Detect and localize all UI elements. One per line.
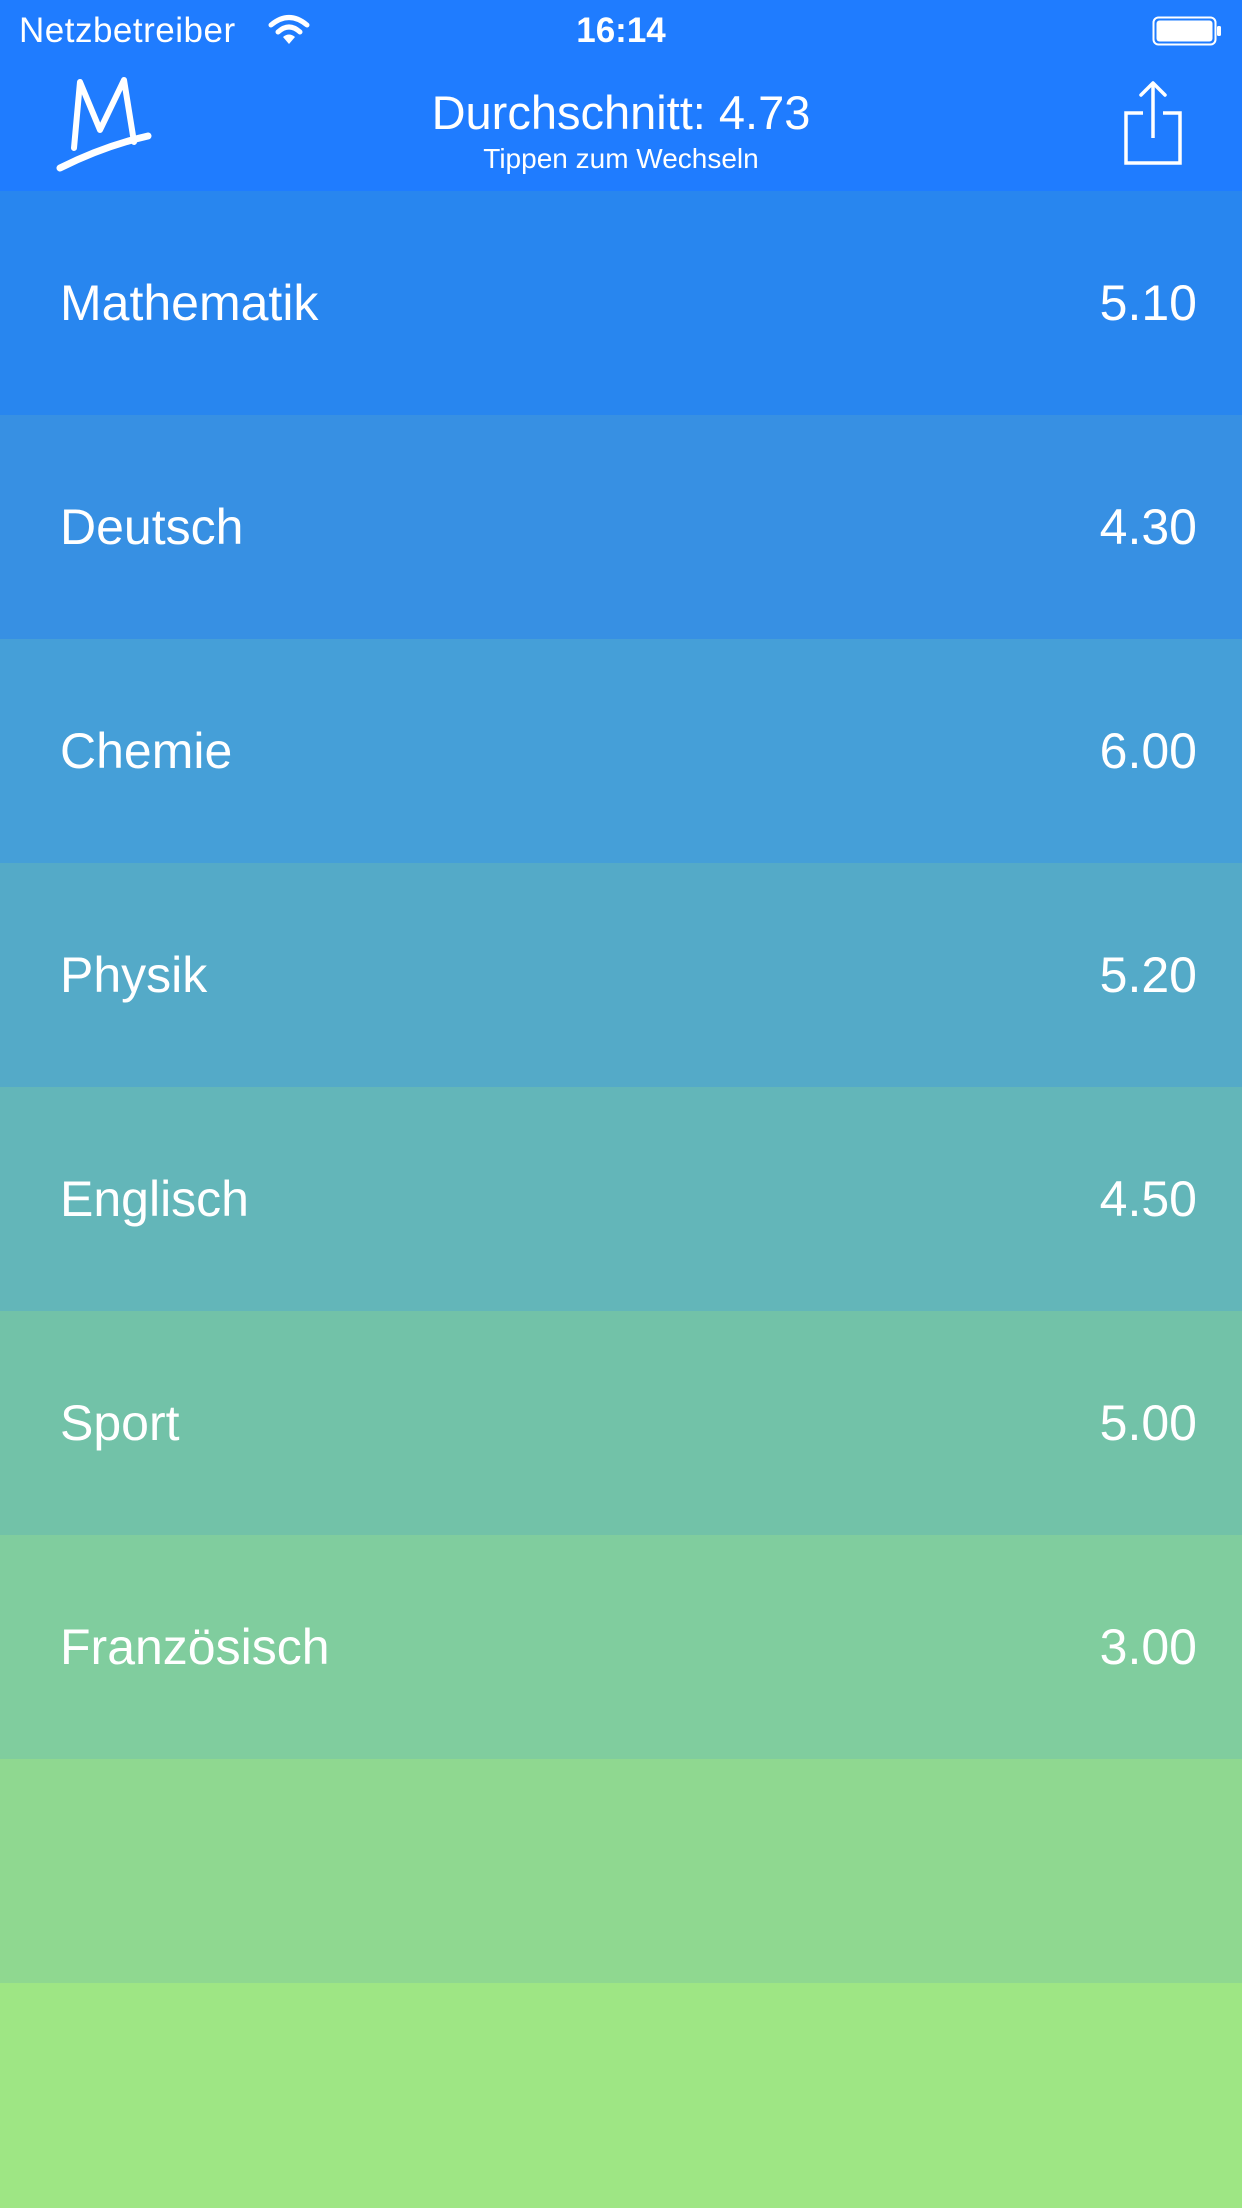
- subject-grade: 6.00: [1099, 723, 1197, 779]
- status-bar: Netzbetreiber 16:14: [0, 0, 1242, 60]
- subject-grade: 5.10: [1099, 275, 1197, 331]
- subject-name: Deutsch: [60, 499, 244, 555]
- subject-grade: 4.50: [1099, 1171, 1197, 1227]
- empty-row[interactable]: [0, 1983, 1242, 2207]
- header: Netzbetreiber 16:14 Durchschnitt: 4.73 T…: [0, 0, 1242, 191]
- subject-row[interactable]: Französisch 3.00: [0, 1535, 1242, 1759]
- subject-row[interactable]: Sport 5.00: [0, 1311, 1242, 1535]
- average-title: Durchschnitt: 4.73: [431, 86, 811, 139]
- share-icon[interactable]: [1122, 78, 1184, 168]
- clock: 16:14: [576, 11, 666, 50]
- subject-list: Mathematik 5.10 Deutsch 4.30 Chemie 6.00…: [0, 191, 1242, 2207]
- battery-icon: [1152, 16, 1221, 46]
- subject-row[interactable]: Mathematik 5.10: [0, 191, 1242, 415]
- subject-row[interactable]: Englisch 4.50: [0, 1087, 1242, 1311]
- subject-grade: 5.20: [1099, 947, 1197, 1003]
- subject-grade: 3.00: [1099, 1619, 1197, 1675]
- subject-name: Sport: [60, 1395, 180, 1451]
- subject-name: Französisch: [60, 1619, 330, 1675]
- empty-row[interactable]: [0, 1759, 1242, 1983]
- subject-row[interactable]: Physik 5.20: [0, 863, 1242, 1087]
- subject-name: Physik: [60, 947, 208, 1003]
- subject-name: Mathematik: [60, 275, 319, 331]
- subject-name: Englisch: [60, 1171, 249, 1227]
- subject-row[interactable]: Deutsch 4.30: [0, 415, 1242, 639]
- subject-grade: 5.00: [1099, 1395, 1197, 1451]
- subject-grade: 4.30: [1099, 499, 1197, 555]
- average-toggle[interactable]: Durchschnitt: 4.73 Tippen zum Wechseln: [300, 84, 942, 176]
- subject-row[interactable]: Chemie 6.00: [0, 639, 1242, 863]
- m-logo-icon[interactable]: [54, 72, 164, 176]
- subject-name: Chemie: [60, 723, 233, 779]
- tap-hint: Tippen zum Wechseln: [483, 143, 759, 174]
- screen: Netzbetreiber 16:14 Durchschnitt: 4.73 T…: [0, 0, 1242, 2208]
